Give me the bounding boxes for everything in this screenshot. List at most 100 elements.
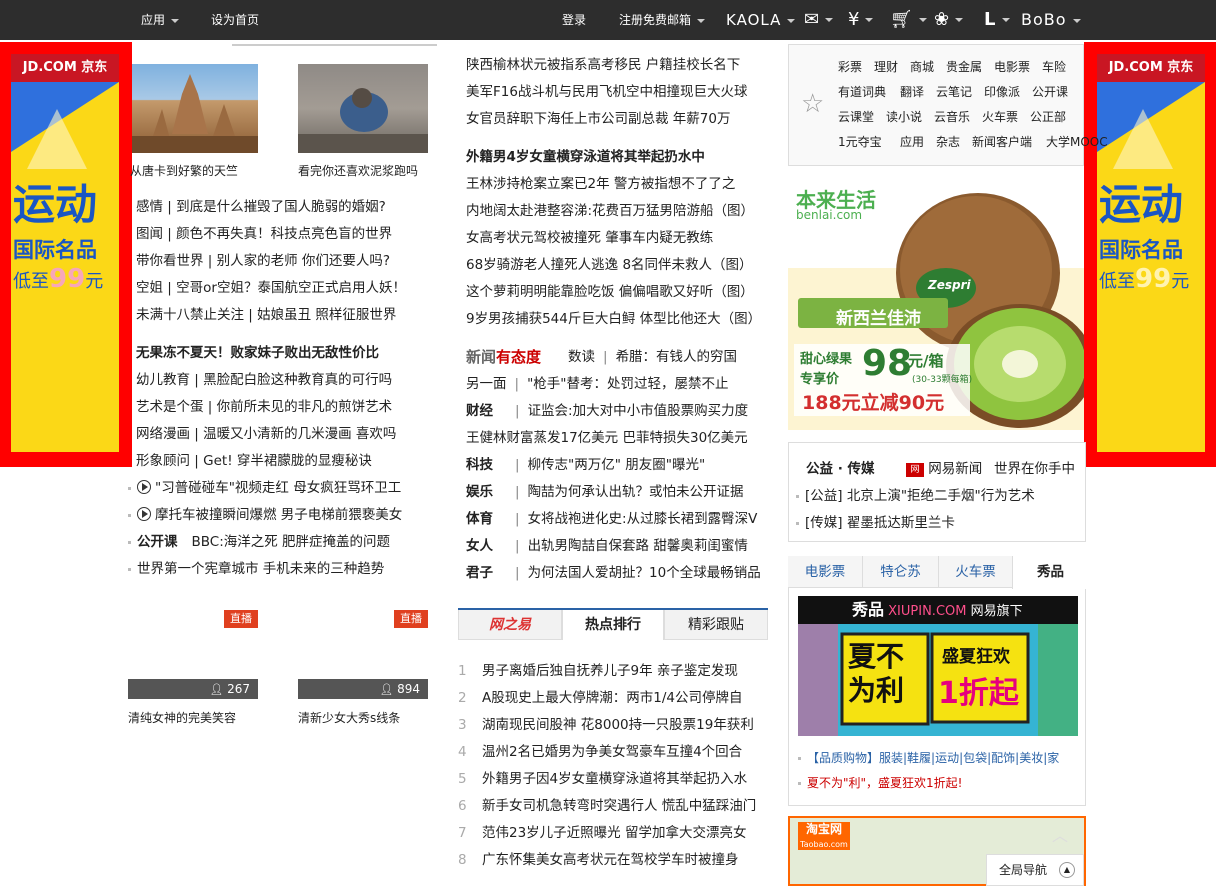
- tab-hot-ranking[interactable]: 热点排行: [562, 610, 664, 640]
- news-item[interactable]: 空姐 | 空哥or空姐？泰国航空正式启用人妖！: [136, 275, 406, 302]
- live-caption[interactable]: 清新少女大秀s线条: [298, 709, 400, 726]
- news-item[interactable]: 内地阔太赴港整容涕:花费百万猛男陪游船（图）: [466, 198, 754, 225]
- news-category[interactable]: 公开课: [137, 534, 178, 550]
- news-item[interactable]: 未满十八禁止关注 | 姑娘虽丑 照样征服世界: [136, 302, 396, 329]
- left-side-ad[interactable]: JD.COM 京东 运动 国际名品 低至99元: [0, 42, 132, 467]
- news-category[interactable]: 体育: [466, 511, 493, 527]
- hot-list-item[interactable]: 7 范伟23岁儿子近照曝光 留学加拿大交漂亮女: [458, 820, 746, 847]
- news-category[interactable]: 科技: [466, 457, 493, 473]
- login-link[interactable]: 登录: [562, 0, 586, 40]
- service-link[interactable]: 贵金属: [946, 58, 982, 75]
- service-link[interactable]: 新闻客户端: [972, 133, 1032, 150]
- mail-icon[interactable]: ✉: [804, 0, 834, 40]
- news-item[interactable]: 王林涉持枪案立案已2年 警方被指想不了了之: [466, 171, 735, 198]
- news-item[interactable]: 陕西榆林状元被指系高考移民 户籍挂校长名下: [466, 52, 740, 79]
- hot-list-item[interactable]: 3 湖南现民间股神 花8000持一只股票19年获利: [458, 712, 754, 739]
- public-item[interactable]: [传媒] 翟墨抵达斯里兰卡: [796, 511, 955, 531]
- news-item[interactable]: 数读 | 希腊：有钱人的穷国: [568, 344, 737, 371]
- news-item[interactable]: 图闻 | 颜色不再失真！科技点亮色盲的世界: [136, 221, 392, 248]
- news-item[interactable]: 财经 | 证监会:加大对中小市值股票购买力度: [466, 398, 748, 425]
- hot-list-item[interactable]: 5 外籍男子因4岁女童横穿泳道将其举起扔入水: [458, 766, 747, 793]
- service-link[interactable]: 理财: [874, 58, 898, 75]
- register-mail-menu[interactable]: 注册免费邮箱: [619, 0, 706, 40]
- community-icon[interactable]: ❀: [934, 0, 964, 40]
- user-menu[interactable]: BoBo: [1021, 0, 1081, 40]
- news-item[interactable]: 女高考状元驾校被撞死 肇事车内疑无教练: [466, 225, 713, 252]
- service-link[interactable]: 翻译: [900, 83, 924, 100]
- service-link[interactable]: 大学MOOC: [1046, 133, 1108, 150]
- news-item[interactable]: 外籍男4岁女童横穿泳道将其举起扔水中: [466, 144, 705, 171]
- news-category[interactable]: 女人: [466, 538, 493, 554]
- tab-telunsu[interactable]: 特仑苏: [862, 556, 938, 588]
- service-link[interactable]: 云音乐: [934, 108, 970, 125]
- service-link[interactable]: 公开课: [1032, 83, 1068, 100]
- news-category[interactable]: 娱乐: [466, 484, 493, 500]
- service-link[interactable]: 印像派: [984, 83, 1020, 100]
- news-attitude-logo[interactable]: 新闻有态度: [466, 346, 541, 367]
- news-category[interactable]: 君子: [466, 565, 493, 581]
- news-item[interactable]: 王健林财富蒸发17亿美元 巴菲特损失30亿美元: [466, 425, 748, 452]
- global-nav-button[interactable]: 全局导航 ▲: [986, 854, 1084, 886]
- hot-list-item[interactable]: 4 温州2名已婚男为争美女驾豪车互撞4个回合: [458, 739, 742, 766]
- hot-list-item[interactable]: 2 A股现史上最大停牌潮：两市1/4公司停牌自: [458, 685, 742, 712]
- set-homepage-link[interactable]: 设为首页: [211, 0, 259, 40]
- service-link[interactable]: 杂志: [936, 133, 960, 150]
- cart-icon[interactable]: 🛒︎: [890, 0, 927, 40]
- photo-temple[interactable]: [132, 64, 258, 153]
- service-link[interactable]: 1元夺宝: [838, 133, 882, 150]
- news-item[interactable]: 公开课 BBC:海洋之死 肥胖症掩盖的问题: [128, 529, 390, 556]
- account-menu[interactable]: L: [984, 0, 1011, 40]
- news-item[interactable]: 无果冻不夏天！败家妹子败出无敌性价比: [136, 340, 379, 367]
- right-side-ad[interactable]: JD.COM 京东 运动 国际名品 低至99元: [1084, 42, 1216, 467]
- news-item[interactable]: 这个萝莉明明能靠脸吃饭 偏偏唱歌又好听（图）: [466, 279, 754, 306]
- tab-featured-comments[interactable]: 精彩跟贴: [664, 610, 768, 640]
- app-menu[interactable]: 应用: [141, 0, 180, 40]
- news-item[interactable]: 68岁骑游老人撞死人逃逸 8名同伴未救人（图）: [466, 252, 753, 279]
- news-item[interactable]: "习普碰碰车"视频走红 母女疯狂骂环卫工: [128, 475, 401, 502]
- news-category[interactable]: 另一面: [466, 376, 507, 392]
- service-link[interactable]: 彩票: [838, 58, 862, 75]
- service-link[interactable]: 有道词典: [838, 83, 886, 100]
- hot-list-item[interactable]: 1 男子离婚后独自抚养儿子9年 亲子鉴定发现: [458, 658, 738, 685]
- service-link[interactable]: 火车票: [982, 108, 1018, 125]
- photo-mud-run[interactable]: [298, 64, 428, 153]
- xiupin-ad[interactable]: 秀品 XIUPIN.COM 网易旗下 夏不 为利 盛夏狂欢 1折起: [798, 596, 1078, 736]
- news-item[interactable]: 感情 | 到底是什么摧毁了国人脆弱的婚姻?: [136, 194, 386, 221]
- news-item[interactable]: 幼儿教育 | 黑脸配白脸这种教育真的可行吗: [136, 367, 392, 394]
- news-category[interactable]: 数读: [568, 349, 595, 365]
- news-item[interactable]: 娱乐 | 陶喆为何承认出轨？或怕未公开证据: [466, 479, 744, 506]
- hot-list-item[interactable]: 8 广东怀集美女高考状元在驾校学车时被撞身: [458, 847, 739, 874]
- news-item[interactable]: 另一面 | "枪手"替考：处罚过轻，屡禁不止: [466, 371, 728, 398]
- service-link[interactable]: 云课堂: [838, 108, 874, 125]
- public-item[interactable]: [公益] 北京上演"拒绝二手烟"行为艺术: [796, 484, 1035, 504]
- news-item[interactable]: 女官员辞职下海任上市公司副总裁 年薪70万: [466, 106, 730, 133]
- xiupin-link[interactable]: 【品质购物】服装|鞋履|运动|包袋|配饰|美妆|家: [798, 749, 1059, 766]
- public-slogan[interactable]: 世界在你手中: [994, 457, 1075, 477]
- news-item[interactable]: 君子 | 为何法国人爱胡扯？10个全球最畅销品: [466, 560, 761, 587]
- service-link[interactable]: 商城: [910, 58, 934, 75]
- live-caption[interactable]: 清纯女神的完美笑容: [128, 709, 236, 726]
- news-item[interactable]: 艺术是个蛋 | 你前所未见的非凡的煎饼艺术: [136, 394, 392, 421]
- news-item[interactable]: 世界第一个宪章城市 手机未来的三种趋势: [128, 556, 384, 583]
- news-item[interactable]: 形象顾问 | Get! 穿半裙朦胧的显瘦秘诀: [136, 448, 372, 475]
- service-link[interactable]: 应用: [900, 133, 924, 150]
- yuan-icon[interactable]: ¥: [848, 0, 874, 40]
- news-item[interactable]: 网络漫画 | 温暖又小清新的几米漫画 喜欢吗: [136, 421, 396, 448]
- service-link[interactable]: 云笔记: [936, 83, 972, 100]
- service-link[interactable]: 公正部: [1030, 108, 1066, 125]
- netease-news-brand[interactable]: 网 网易新闻: [906, 457, 982, 477]
- xiupin-link[interactable]: 夏不为"利"，盛夏狂欢1折起!: [798, 774, 963, 791]
- tab-wangzhiyi[interactable]: 网之易: [458, 610, 562, 640]
- tab-movie-tickets[interactable]: 电影票: [788, 556, 862, 588]
- news-category[interactable]: 王健林财富蒸发17亿美元: [466, 430, 618, 446]
- news-item[interactable]: 9岁男孩捕获544斤巨大白鲟 体型比他还大（图）: [466, 306, 761, 333]
- tab-train-tickets[interactable]: 火车票: [938, 556, 1012, 588]
- news-item[interactable]: 带你看世界 | 别人家的老师 你们还要人吗?: [136, 248, 390, 275]
- news-item[interactable]: 体育 | 女将战袍进化史:从过膝长裙到露臀深V: [466, 506, 757, 533]
- news-item[interactable]: 摩托车被撞瞬间爆燃 男子电梯前猥亵美女: [128, 502, 402, 529]
- public-title[interactable]: 公益 · 传媒: [806, 457, 875, 477]
- kaola-menu[interactable]: KAOLA: [726, 0, 796, 40]
- service-link[interactable]: 车险: [1042, 58, 1066, 75]
- tab-xiupin[interactable]: 秀品: [1012, 556, 1088, 589]
- hot-list-item[interactable]: 6 新手女司机急转弯时突遇行人 慌乱中猛踩油门: [458, 793, 756, 820]
